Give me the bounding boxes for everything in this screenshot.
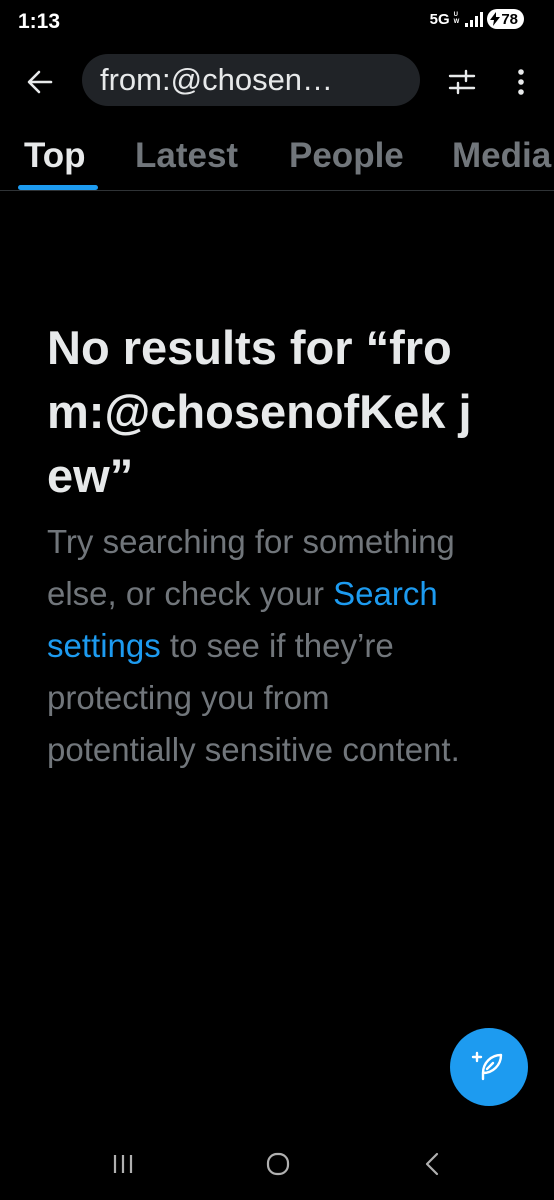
- compose-feather-icon: [471, 1051, 503, 1081]
- search-filter-button[interactable]: [440, 62, 484, 102]
- network-type: 5G: [429, 10, 450, 28]
- chevron-left-icon: [425, 1152, 439, 1176]
- battery-level: 78: [501, 10, 518, 28]
- empty-state-title: No results for “from:@chosenofKek jew”: [47, 321, 472, 502]
- recents-icon: [113, 1155, 133, 1173]
- tab-people[interactable]: People: [289, 136, 404, 176]
- arrow-left-icon: [27, 70, 53, 94]
- network-sub-top: U: [453, 12, 458, 18]
- battery-icon: 78: [487, 9, 524, 29]
- network-subtype: U W: [454, 12, 460, 26]
- home-circle-icon: [266, 1152, 290, 1176]
- tab-latest[interactable]: Latest: [135, 136, 238, 176]
- search-tabs: Top Latest People Media: [0, 132, 554, 191]
- active-tab-indicator: [18, 185, 98, 190]
- tab-media[interactable]: Media: [452, 136, 551, 176]
- status-bar: 1:13 5G U W 78: [0, 0, 554, 44]
- more-vertical-icon: [518, 69, 524, 95]
- compose-button[interactable]: [450, 1028, 528, 1106]
- home-button[interactable]: [256, 1146, 300, 1182]
- charging-bolt-icon: [490, 12, 501, 26]
- back-button[interactable]: [20, 62, 60, 102]
- search-header: from:@chosen…: [0, 48, 554, 112]
- signal-icon: [465, 11, 484, 27]
- search-input[interactable]: from:@chosen…: [82, 54, 420, 106]
- search-query: from:@chosen…: [100, 62, 334, 97]
- system-navigation-bar: [0, 1128, 554, 1200]
- system-back-button[interactable]: [410, 1146, 454, 1182]
- more-options-button[interactable]: [504, 62, 538, 102]
- status-indicators: 5G U W 78: [430, 9, 524, 29]
- empty-state-description: Try searching for something else, or che…: [47, 516, 487, 776]
- status-time: 1:13: [18, 10, 61, 33]
- sliders-icon: [448, 69, 476, 95]
- network-sub-bottom: W: [453, 19, 460, 25]
- recents-button[interactable]: [101, 1146, 145, 1182]
- tab-top[interactable]: Top: [24, 136, 86, 176]
- empty-state: No results for “from:@chosenofKek jew” T…: [47, 316, 487, 776]
